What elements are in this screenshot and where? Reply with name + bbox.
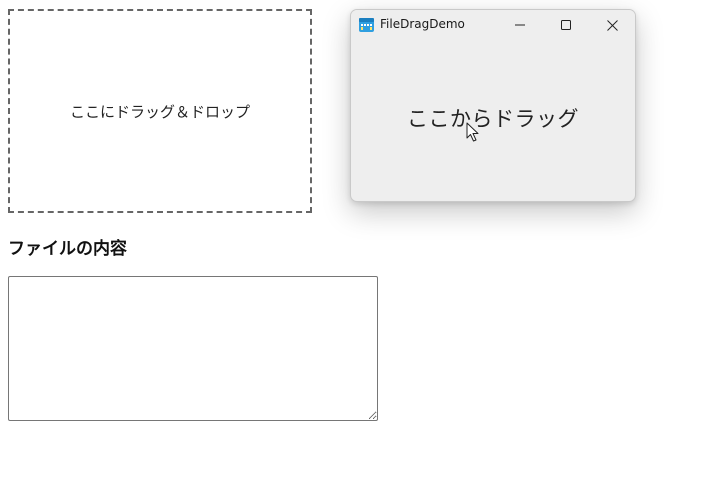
drag-source-label[interactable]: ここからドラッグ [407, 103, 579, 133]
close-button[interactable] [589, 10, 635, 40]
maximize-button[interactable] [543, 10, 589, 40]
window-title-bar[interactable]: FileDragDemo [351, 10, 635, 40]
window-client-area: ここからドラッグ [351, 40, 635, 201]
app-icon [359, 18, 374, 32]
drop-zone-label: ここにドラッグ＆ドロップ [69, 102, 250, 121]
close-icon [606, 19, 618, 31]
minimize-button[interactable] [497, 10, 543, 40]
window-title: FileDragDemo [380, 17, 465, 31]
app-window[interactable]: FileDragDemo ここからドラッグ [350, 9, 636, 202]
page: ここにドラッグ＆ドロップ ファイルの内容 FileDragDemo ここからドラ… [0, 0, 720, 480]
minimize-icon [515, 24, 525, 26]
drop-zone[interactable]: ここにドラッグ＆ドロップ [8, 9, 312, 213]
maximize-icon [561, 20, 571, 30]
file-contents-textarea[interactable] [8, 276, 378, 421]
file-contents-heading: ファイルの内容 [8, 239, 127, 259]
arrow-cursor-icon [466, 122, 479, 142]
